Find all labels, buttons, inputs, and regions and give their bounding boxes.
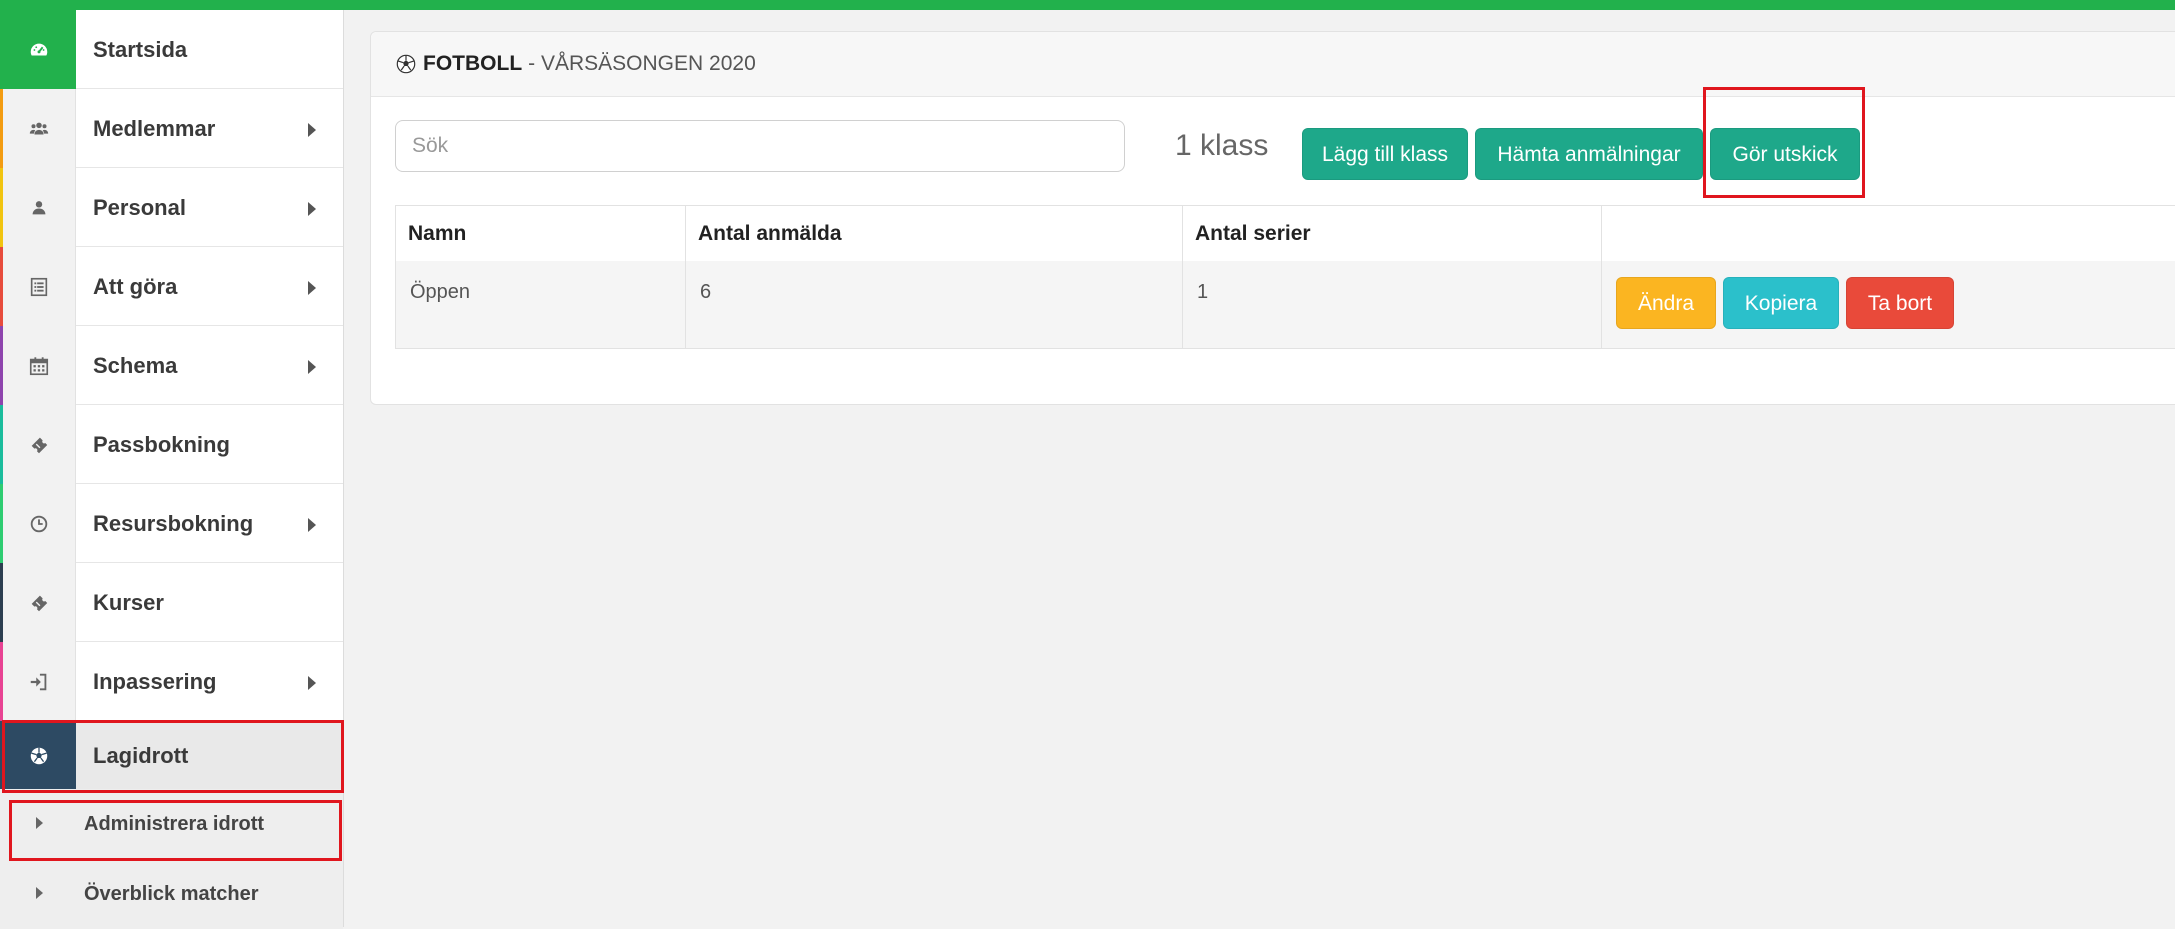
sidebar-item-inpassering[interactable]: Inpassering (0, 642, 343, 721)
cell-series: 1 (1197, 281, 1209, 303)
sidebar: Startsida Medlemmar Personal Att göra Sc… (0, 10, 344, 929)
column-header-name: Namn (408, 222, 467, 245)
edit-button[interactable]: Ändra (1616, 277, 1716, 329)
column-header-registered: Antal anmälda (698, 222, 842, 245)
table-header-cell: Antal serier (1182, 206, 1601, 261)
sidebar-subitem-administrera-idrott[interactable]: Administrera idrott (0, 789, 343, 859)
sidebar-item-lagidrott[interactable]: Lagidrott (0, 721, 343, 790)
send-out-button[interactable]: Gör utskick (1710, 128, 1860, 180)
table-header-row: Namn Antal anmälda Antal serier (395, 205, 2175, 262)
table-cell: 6 (685, 261, 1182, 348)
caret-right-icon (308, 123, 316, 137)
copy-button[interactable]: Kopiera (1723, 277, 1839, 329)
sidebar-item-label: Inpassering (93, 669, 217, 694)
caret-right-icon (308, 281, 316, 295)
sidebar-item-medlemmar[interactable]: Medlemmar (0, 89, 343, 168)
sidebar-item-label: Lagidrott (93, 743, 189, 768)
fetch-registrations-button[interactable]: Hämta anmälningar (1475, 128, 1703, 180)
column-header-series: Antal serier (1195, 222, 1311, 245)
class-count: 1 klass (1175, 129, 1269, 162)
sidebar-item-label: Kurser (93, 590, 164, 615)
panel-header: FOTBOLL - VÅRSÄSONGEN 2020 (371, 32, 2175, 97)
sidebar-item-label: Startsida (93, 37, 188, 62)
sidebar-item-label: Passbokning (93, 432, 230, 457)
sidebar-item-kurser[interactable]: Kurser (0, 563, 343, 642)
search-input[interactable] (395, 120, 1125, 172)
caret-right-icon (308, 202, 316, 216)
dashboard-icon (30, 43, 48, 55)
table-row: Öppen 6 1 Ändra Kopiera Ta bort (395, 261, 2175, 349)
add-class-button[interactable]: Lägg till klass (1302, 128, 1468, 180)
main-panel: FOTBOLL - VÅRSÄSONGEN 2020 1 klass Lägg … (370, 31, 2175, 405)
sidebar-item-label: Schema (93, 353, 178, 378)
sidebar-item-schema[interactable]: Schema (0, 326, 343, 405)
ticket-icon (31, 595, 48, 611)
caret-right-icon (308, 676, 316, 690)
top-accent-bar (0, 0, 2175, 10)
sidebar-item-label: Personal (93, 195, 186, 220)
clock-icon (30, 515, 48, 532)
season-name: - VÅRSÄSONGEN 2020 (528, 52, 756, 75)
table-header-cell: Antal anmälda (685, 206, 1182, 261)
sidebar-subitem-label: Administrera idrott (84, 813, 265, 835)
sidebar-item-startsida[interactable]: Startsida (0, 10, 343, 89)
sidebar-item-personal[interactable]: Personal (0, 168, 343, 247)
table-cell: 1 (1182, 261, 1601, 348)
sidebar-item-att-gora[interactable]: Att göra (0, 247, 343, 326)
sport-name: FOTBOLL (423, 52, 523, 75)
cell-registered: 6 (700, 281, 712, 303)
table-header-cell: Namn (396, 206, 685, 261)
sidebar-item-resursbokning[interactable]: Resursbokning (0, 484, 343, 563)
sidebar-item-label: Medlemmar (93, 116, 216, 141)
table-cell: Öppen (396, 261, 685, 348)
list-icon (30, 277, 48, 296)
table-header-cell (1601, 206, 2175, 261)
soccer-ball-icon (395, 53, 417, 75)
user-icon (32, 200, 46, 214)
page-title: FOTBOLL - VÅRSÄSONGEN 2020 (395, 32, 756, 96)
sign-in-icon (30, 673, 47, 690)
sidebar-item-label: Att göra (93, 274, 178, 299)
calendar-icon (29, 356, 49, 375)
caret-right-icon (36, 887, 43, 899)
sidebar-item-passbokning[interactable]: Passbokning (0, 405, 343, 484)
soccer-ball-icon (30, 747, 48, 764)
sidebar-item-label: Resursbokning (93, 511, 254, 536)
table-cell-actions: Ändra Kopiera Ta bort (1601, 261, 2175, 348)
sidebar-subitem-overblick-matcher[interactable]: Överblick matcher (0, 859, 343, 929)
cell-name: Öppen (410, 281, 471, 303)
delete-button[interactable]: Ta bort (1846, 277, 1954, 329)
users-icon (29, 122, 49, 134)
caret-right-icon (36, 817, 43, 829)
ticket-icon (31, 437, 48, 453)
sidebar-subitem-label: Överblick matcher (84, 883, 259, 905)
caret-right-icon (308, 518, 316, 532)
caret-right-icon (308, 360, 316, 374)
